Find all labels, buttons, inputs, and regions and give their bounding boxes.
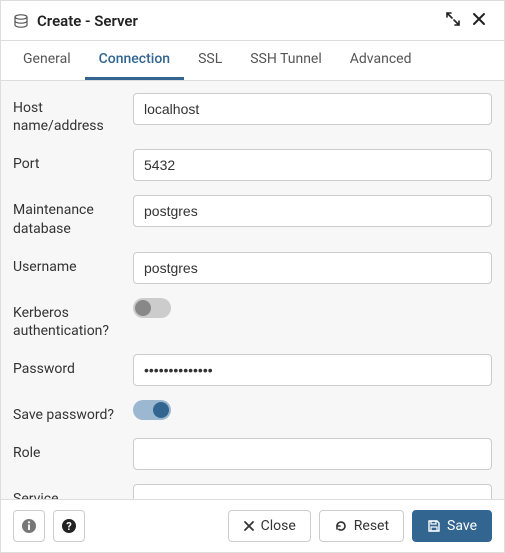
label-role: Role	[13, 438, 133, 462]
label-password: Password	[13, 354, 133, 378]
label-host: Host name/address	[13, 93, 133, 135]
content-panel: Host name/address Port Maintenance datab…	[1, 81, 504, 499]
help-button[interactable]: ?	[53, 510, 85, 542]
maintdb-input[interactable]	[133, 195, 492, 227]
tab-ssl[interactable]: SSL	[184, 41, 236, 80]
role-input[interactable]	[133, 438, 492, 470]
label-service: Service	[13, 484, 133, 499]
host-input[interactable]	[133, 93, 492, 125]
label-username: Username	[13, 252, 133, 276]
password-input[interactable]	[133, 354, 492, 386]
save-password-toggle[interactable]	[133, 400, 171, 420]
tab-general[interactable]: General	[9, 41, 85, 80]
tab-connection[interactable]: Connection	[85, 41, 184, 80]
info-button[interactable]	[13, 510, 45, 542]
close-icon[interactable]	[466, 9, 492, 32]
save-icon	[427, 519, 441, 533]
service-input[interactable]	[133, 484, 492, 499]
titlebar: Create - Server	[1, 1, 504, 41]
svg-text:?: ?	[66, 520, 72, 533]
save-button[interactable]: Save	[412, 510, 492, 542]
save-button-label: Save	[447, 518, 477, 534]
reset-icon	[334, 519, 348, 533]
tabs: General Connection SSL SSH Tunnel Advanc…	[1, 41, 504, 81]
username-input[interactable]	[133, 252, 492, 284]
tab-advanced[interactable]: Advanced	[336, 41, 426, 80]
dialog-create-server: Create - Server General Connection SSL S…	[0, 0, 505, 553]
footer: ? Close Reset Save	[1, 499, 504, 552]
dialog-title: Create - Server	[37, 12, 440, 30]
reset-button[interactable]: Reset	[319, 510, 404, 542]
expand-icon[interactable]	[440, 9, 466, 32]
tab-ssh-tunnel[interactable]: SSH Tunnel	[236, 41, 336, 80]
label-maintdb: Maintenance database	[13, 195, 133, 237]
close-button-label: Close	[261, 518, 296, 534]
label-savepw: Save password?	[13, 400, 133, 424]
kerberos-toggle[interactable]	[133, 298, 171, 318]
label-kerberos: Kerberos authentication?	[13, 298, 133, 340]
server-icon	[13, 13, 29, 29]
reset-button-label: Reset	[354, 518, 389, 534]
port-input[interactable]	[133, 149, 492, 181]
close-x-icon	[243, 520, 255, 532]
close-button[interactable]: Close	[228, 510, 311, 542]
label-port: Port	[13, 149, 133, 173]
